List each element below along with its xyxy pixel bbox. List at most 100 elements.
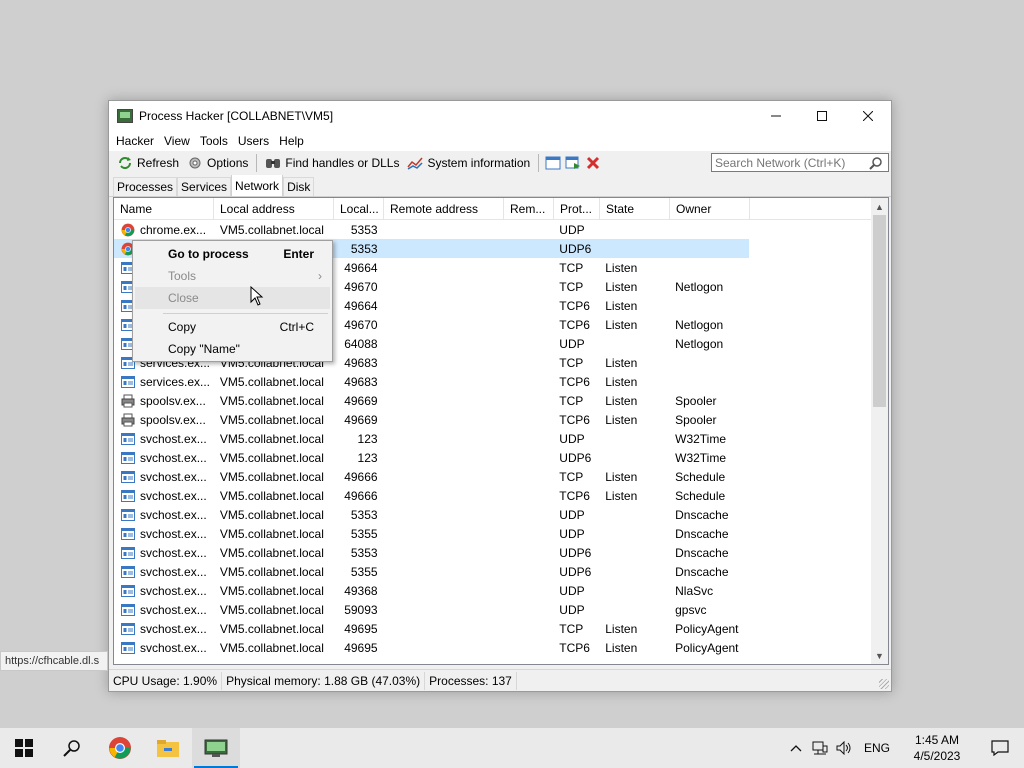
table-row[interactable]: spoolsv.ex... VM5.collabnet.local 49669 TCP… (114, 410, 874, 429)
minimize-button[interactable] (753, 101, 799, 131)
search-taskbar-button[interactable] (48, 728, 96, 768)
process-name: chrome.ex... (140, 222, 207, 237)
window-icon (120, 621, 136, 637)
cell-name: svchost.ex... (114, 526, 214, 542)
tab-network[interactable]: Network (231, 174, 284, 196)
column-protocol[interactable]: Prot... (554, 198, 600, 220)
column-local-address[interactable]: Local address (214, 198, 334, 220)
column-local-port[interactable]: Local... (334, 198, 384, 220)
menu-help[interactable]: Help (274, 134, 309, 148)
cell-local-port: 49666 (344, 488, 378, 503)
window-icon (120, 431, 136, 447)
cell-local-address: VM5.collabnet.local (219, 469, 324, 484)
row-cells: svchost.ex... VM5.collabnet.local 123 UDP W3… (114, 429, 749, 448)
table-row[interactable]: svchost.ex... VM5.collabnet.local 5355 UDP6… (114, 562, 874, 581)
process-hacker-taskbar-button[interactable] (192, 728, 240, 768)
start-button[interactable] (0, 728, 48, 768)
cell-local-port: 64088 (344, 336, 378, 351)
input-language[interactable]: ENG (856, 741, 898, 755)
table-row[interactable]: svchost.ex... VM5.collabnet.local 5353 UDP D… (114, 505, 874, 524)
volume-icon[interactable] (832, 728, 856, 768)
cell-state: Listen (605, 469, 638, 484)
tab-processes[interactable]: Processes (113, 177, 178, 196)
process-name: svchost.ex... (140, 564, 207, 579)
search-box[interactable] (711, 153, 889, 172)
search-input[interactable] (712, 155, 868, 170)
table-row[interactable]: svchost.ex... VM5.collabnet.local 49695 TCP… (114, 619, 874, 638)
scroll-down-icon[interactable]: ▼ (871, 647, 888, 664)
refresh-label: Refresh (137, 156, 180, 170)
search-icon (63, 740, 80, 757)
cell-owner: gpsvc (675, 602, 707, 617)
table-row[interactable]: svchost.ex... VM5.collabnet.local 59093 UDP… (114, 600, 874, 619)
chrome-taskbar-button[interactable] (96, 728, 144, 768)
table-row[interactable]: svchost.ex... VM5.collabnet.local 123 UDP6 W… (114, 448, 874, 467)
tab-disk[interactable]: Disk (283, 177, 315, 196)
cell-protocol: UDP (559, 222, 585, 237)
column-remote-address[interactable]: Remote address (384, 198, 504, 220)
table-row[interactable]: svchost.ex... VM5.collabnet.local 49695 TCP… (114, 638, 874, 657)
maximize-button[interactable] (799, 101, 845, 131)
vertical-scrollbar[interactable]: ▲ ▼ (871, 198, 888, 664)
scroll-thumb[interactable] (873, 215, 886, 407)
menu-go-to-process[interactable]: Go to process Enter (135, 243, 330, 265)
table-row[interactable]: svchost.ex... VM5.collabnet.local 5355 UDP D… (114, 524, 874, 543)
file-explorer-taskbar-button[interactable] (144, 728, 192, 768)
window-view-button[interactable] (543, 153, 563, 173)
menu-view[interactable]: View (159, 134, 195, 148)
gear-icon (187, 155, 203, 171)
refresh-button[interactable]: Refresh (113, 152, 183, 174)
column-remote-port[interactable]: Rem... (504, 198, 554, 220)
options-button[interactable]: Options (183, 152, 252, 174)
search-icon[interactable] (868, 155, 884, 171)
clock[interactable]: 1:45 AM 4/5/2023 (898, 732, 976, 764)
system-tray: ENG 1:45 AM 4/5/2023 (784, 728, 1024, 768)
table-row[interactable]: services.ex... VM5.collabnet.local 49683 TC… (114, 372, 874, 391)
go-to-window-button[interactable] (563, 153, 583, 173)
menu-copy[interactable]: Copy Ctrl+C (135, 316, 330, 338)
title-bar[interactable]: Process Hacker [COLLABNET\VM5] (109, 101, 891, 131)
table-row[interactable]: spoolsv.ex... VM5.collabnet.local 49669 TCP… (114, 391, 874, 410)
resize-grip-icon[interactable] (879, 679, 889, 689)
cell-protocol: UDP (559, 526, 585, 541)
column-state[interactable]: State (600, 198, 670, 220)
row-cells: spoolsv.ex... VM5.collabnet.local 49669 TCP… (114, 410, 749, 429)
cell-protocol: TCP (559, 469, 584, 484)
mouse-cursor-icon (250, 286, 264, 306)
cell-local-port: 5355 (350, 564, 378, 579)
chevron-up-icon[interactable] (784, 728, 808, 768)
cell-protocol: UDP (559, 583, 585, 598)
column-owner[interactable]: Owner (670, 198, 750, 220)
menu-tools[interactable]: Tools (195, 134, 233, 148)
menu-hacker[interactable]: Hacker (111, 134, 159, 148)
menu-copy-name[interactable]: Copy "Name" (135, 338, 330, 360)
cell-protocol: UDP6 (559, 241, 592, 256)
table-row[interactable]: svchost.ex... VM5.collabnet.local 5353 UDP6… (114, 543, 874, 562)
network-icon[interactable] (808, 728, 832, 768)
cell-protocol: TCP (559, 355, 584, 370)
menu-close[interactable]: Close (135, 287, 330, 309)
table-row[interactable]: svchost.ex... VM5.collabnet.local 49666 TCP… (114, 486, 874, 505)
find-handles-button[interactable]: Find handles or DLLs (261, 152, 403, 174)
cell-name: svchost.ex... (114, 507, 214, 523)
cell-protocol: TCP (559, 393, 584, 408)
system-information-button[interactable]: System information (403, 152, 534, 174)
table-row[interactable]: svchost.ex... VM5.collabnet.local 49666 TCP… (114, 467, 874, 486)
menu-users[interactable]: Users (233, 134, 274, 148)
table-row[interactable]: svchost.ex... VM5.collabnet.local 49368 UDP… (114, 581, 874, 600)
row-cells: svchost.ex... VM5.collabnet.local 49695 TCP… (114, 619, 749, 638)
window-icon (545, 156, 561, 170)
cell-name: svchost.ex... (114, 640, 214, 656)
cell-owner: NlaSvc (675, 583, 714, 598)
close-button[interactable] (845, 101, 891, 131)
process-name: svchost.ex... (140, 469, 207, 484)
table-row[interactable]: svchost.ex... VM5.collabnet.local 123 UDP W3… (114, 429, 874, 448)
tab-services[interactable]: Services (177, 177, 232, 196)
cell-local-port: 49670 (344, 279, 378, 294)
terminate-button[interactable] (583, 153, 603, 173)
notification-button[interactable] (976, 728, 1024, 768)
copy-name-label: Copy "Name" (168, 342, 240, 356)
menu-tools-submenu[interactable]: Tools › (135, 265, 330, 287)
table-row[interactable]: chrome.ex... VM5.collabnet.local 5353 UDP (114, 220, 874, 239)
scroll-up-icon[interactable]: ▲ (871, 198, 888, 215)
